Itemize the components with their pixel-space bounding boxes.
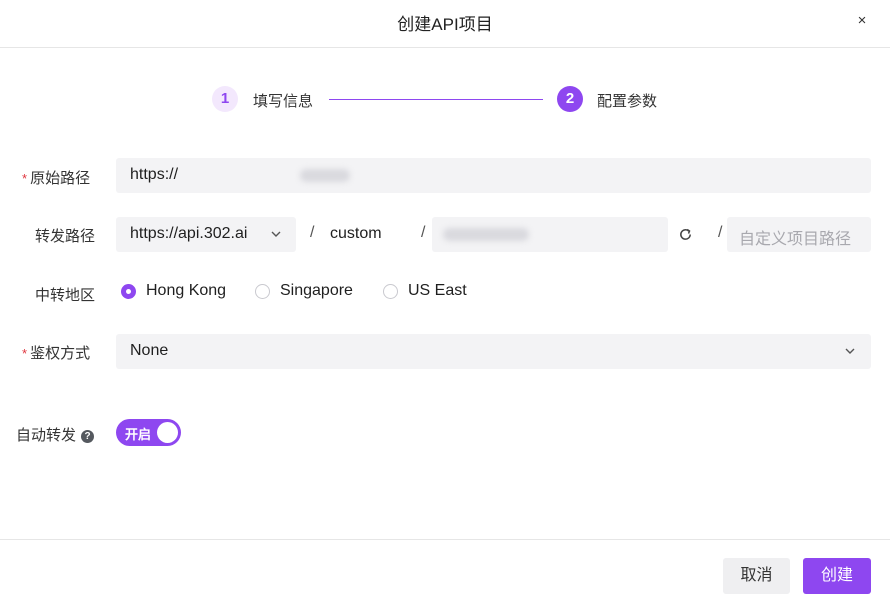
cancel-button[interactable]: 取消 xyxy=(723,558,790,594)
toggle-knob xyxy=(157,422,178,443)
step-2-label: 配置参数 xyxy=(597,93,658,110)
forward-domain-value: https://api.302.ai xyxy=(130,225,248,242)
radio-label-us-east[interactable]: US East xyxy=(408,282,467,300)
forward-segment-value: custom xyxy=(330,225,382,242)
create-button[interactable]: 创建 xyxy=(803,558,871,594)
auto-forward-label: 自动转发? xyxy=(16,424,95,445)
auth-method-value: None xyxy=(130,342,169,359)
custom-project-path-input[interactable]: 自定义项目路径 xyxy=(727,217,871,252)
refresh-icon[interactable] xyxy=(678,227,693,242)
step-connector xyxy=(329,99,543,100)
radio-label-singapore[interactable]: Singapore xyxy=(280,282,353,300)
path-separator: / xyxy=(310,224,315,241)
path-separator: / xyxy=(718,224,723,241)
redacted-host xyxy=(300,169,350,182)
auth-method-label: * 鉴权方式 xyxy=(22,342,90,363)
radio-label-hong-kong[interactable]: Hong Kong xyxy=(146,282,226,300)
custom-path-placeholder: 自定义项目路径 xyxy=(739,231,852,248)
step-1-label: 填写信息 xyxy=(253,93,314,110)
forward-domain-select[interactable]: https://api.302.ai xyxy=(116,217,296,252)
step-2-number: 2 xyxy=(557,86,583,112)
auth-method-label-text: 鉴权方式 xyxy=(30,345,91,362)
forward-segment-field[interactable]: custom xyxy=(316,217,416,252)
forward-path-label: 转发路径 xyxy=(35,228,96,245)
redacted-id xyxy=(443,228,529,241)
auto-forward-label-text: 自动转发 xyxy=(16,427,77,444)
dialog-title: 创建API项目 xyxy=(397,15,493,34)
radio-us-east[interactable] xyxy=(383,284,398,299)
required-mark: * xyxy=(22,171,28,186)
toggle-label: 开启 xyxy=(125,427,152,442)
radio-hong-kong[interactable] xyxy=(121,284,136,299)
footer-divider xyxy=(0,539,890,540)
path-separator: / xyxy=(421,224,426,241)
auto-forward-toggle[interactable]: 开启 xyxy=(116,419,181,446)
forward-id-field[interactable] xyxy=(432,217,668,252)
dialog-header: 创建API项目 × xyxy=(0,0,890,48)
step-1-number: 1 xyxy=(212,86,238,112)
origin-path-value: https:// xyxy=(130,166,179,183)
region-label: 中转地区 xyxy=(35,287,96,304)
origin-path-label: * 原始路径 xyxy=(22,167,90,188)
auth-method-select[interactable]: None xyxy=(116,334,871,369)
radio-singapore[interactable] xyxy=(255,284,270,299)
close-icon[interactable]: × xyxy=(854,12,870,30)
chevron-down-icon xyxy=(271,231,281,237)
required-mark: * xyxy=(22,346,28,361)
stepper: 1 填写信息 2 配置参数 xyxy=(0,86,890,114)
origin-path-label-text: 原始路径 xyxy=(30,170,91,187)
chevron-down-icon xyxy=(845,348,855,354)
help-icon[interactable]: ? xyxy=(81,430,95,443)
origin-path-input[interactable]: https:// xyxy=(116,158,871,193)
